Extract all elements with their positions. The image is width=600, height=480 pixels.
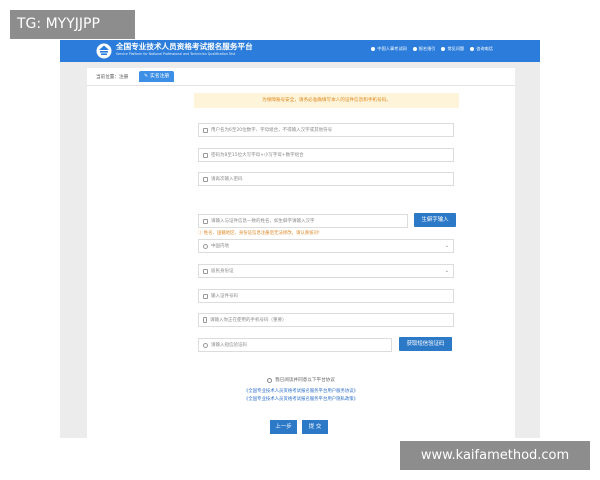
info-hint-text: 姓名、国籍地区、身份证信息注册后无法修改，请认真核对!	[203, 231, 320, 236]
user-icon	[203, 127, 208, 133]
rare-char-button[interactable]: 生僻字输入	[414, 213, 456, 227]
top-link-label: 报名指引	[418, 46, 436, 51]
registration-panel: 当前位置：注册 ✎ 实名注册 为保障账号安全，请务必准确填写本人的证件信息和手机号…	[87, 68, 515, 438]
top-link-guide[interactable]: 报名指引	[412, 46, 436, 52]
service-agreement-link[interactable]: 《全国专业技术人员资格考试报名服务平台用户服务协议》	[87, 388, 515, 394]
user-icon	[203, 218, 208, 224]
tab-real-name-register[interactable]: ✎ 实名注册	[139, 71, 175, 82]
top-link-cpta[interactable]: 中国人事考试网	[371, 46, 407, 52]
site-title-block: 全国专业技术人员资格考试报名服务平台 Service Platform for …	[116, 42, 253, 57]
chevron-down-icon: ⌄	[444, 268, 449, 274]
id-type-select[interactable]: 居民身份证 ⌄	[198, 264, 454, 278]
password-placeholder: 密码为8至15位大写字母+小写字母+数字组合	[211, 153, 304, 158]
agreement-text: 我已阅读并同意以下平台协议	[275, 378, 335, 383]
info-hint: ⓘ 姓名、国籍地区、身份证信息注册后无法修改，请认真核对!	[198, 230, 320, 236]
id-type-value: 居民身份证	[211, 269, 234, 274]
username-field[interactable]: 用户名为6至20位数字、字母组合，不得输入汉字或其他符号	[198, 123, 454, 137]
mobile-phone-icon	[203, 317, 207, 323]
breadcrumb: 当前位置：注册 ✎ 实名注册	[87, 68, 515, 86]
username-placeholder: 用户名为6至20位数字、字母组合，不得输入汉字或其他符号	[211, 128, 333, 133]
agreement-row: 我已阅读并同意以下平台协议	[87, 377, 515, 383]
sms-code-field[interactable]: 请输入短信验证码	[198, 338, 392, 352]
id-card-icon	[203, 293, 208, 299]
phone-field[interactable]: 请输入你正在使用的手机号码（重要）	[198, 313, 454, 327]
password-confirm-placeholder: 请再次输入密码	[211, 177, 243, 182]
lock-icon	[203, 176, 208, 182]
id-card-icon	[203, 268, 208, 274]
top-link-label: 常见问题	[447, 46, 465, 51]
get-sms-code-button[interactable]: 获取短信验证码	[399, 337, 452, 351]
question-icon	[441, 47, 446, 51]
watermark-bottom-right: www.kaifamethod.com	[400, 441, 590, 470]
phone-icon	[470, 47, 475, 51]
lock-icon	[203, 152, 208, 158]
top-link-phone[interactable]: 咨询电话	[470, 46, 493, 52]
name-field[interactable]: 请输入与证件信息一致的姓名，如生僻字请输入汉字	[198, 214, 408, 228]
screenshot-stage: TG: MYYJJPP 全国专业技术人员资格考试报名服务平台 Service P…	[0, 0, 600, 480]
location-icon	[203, 243, 208, 249]
sms-code-placeholder: 请输入短信验证码	[211, 343, 247, 348]
site-subtitle: Service Platform for National Profession…	[116, 52, 236, 56]
top-links: 中国人事考试网 报名指引 常见问题 咨询电话	[371, 46, 493, 52]
security-notice: 为保障账号安全，请务必准确填写本人的证件信息和手机号码。	[194, 93, 459, 108]
region-select[interactable]: 中国内地 ⌄	[198, 239, 454, 253]
password-field[interactable]: 密码为8至15位大写字母+小写字母+数字组合	[198, 148, 454, 162]
privacy-policy-link[interactable]: 《全国专业技术人员资格考试报名服务平台用户隐私政策》	[87, 396, 515, 402]
breadcrumb-label: 当前位置：注册	[96, 75, 129, 80]
top-link-faq[interactable]: 常见问题	[441, 46, 464, 52]
tab-label: 实名注册	[150, 74, 170, 79]
id-number-placeholder: 输入证件号码	[211, 294, 238, 299]
submit-button[interactable]: 提 交	[302, 420, 328, 434]
browser-page: 全国专业技术人员资格考试报名服务平台 Service Platform for …	[60, 40, 540, 438]
agreement-checkbox[interactable]	[267, 377, 273, 383]
region-value: 中国内地	[211, 244, 229, 249]
shield-icon	[203, 342, 208, 348]
prev-step-button[interactable]: 上一步	[270, 420, 297, 434]
site-title: 全国专业技术人员资格考试报名服务平台	[116, 42, 253, 51]
watermark-top-left: TG: MYYJJPP	[10, 10, 135, 39]
top-link-label: 中国人事考试网	[377, 46, 407, 51]
site-header: 全国专业技术人员资格考试报名服务平台 Service Platform for …	[60, 40, 540, 62]
top-link-label: 咨询电话	[476, 46, 493, 51]
user-check-icon: ✎	[144, 74, 149, 79]
name-placeholder: 请输入与证件信息一致的姓名，如生僻字请输入汉字	[211, 219, 315, 224]
home-icon	[371, 47, 376, 51]
id-number-field[interactable]: 输入证件号码	[198, 289, 454, 303]
site-logo-icon	[96, 43, 112, 59]
chevron-down-icon: ⌄	[444, 243, 449, 249]
phone-placeholder: 请输入你正在使用的手机号码（重要）	[210, 318, 287, 323]
guide-icon	[412, 47, 417, 51]
password-confirm-field[interactable]: 请再次输入密码	[198, 172, 454, 186]
